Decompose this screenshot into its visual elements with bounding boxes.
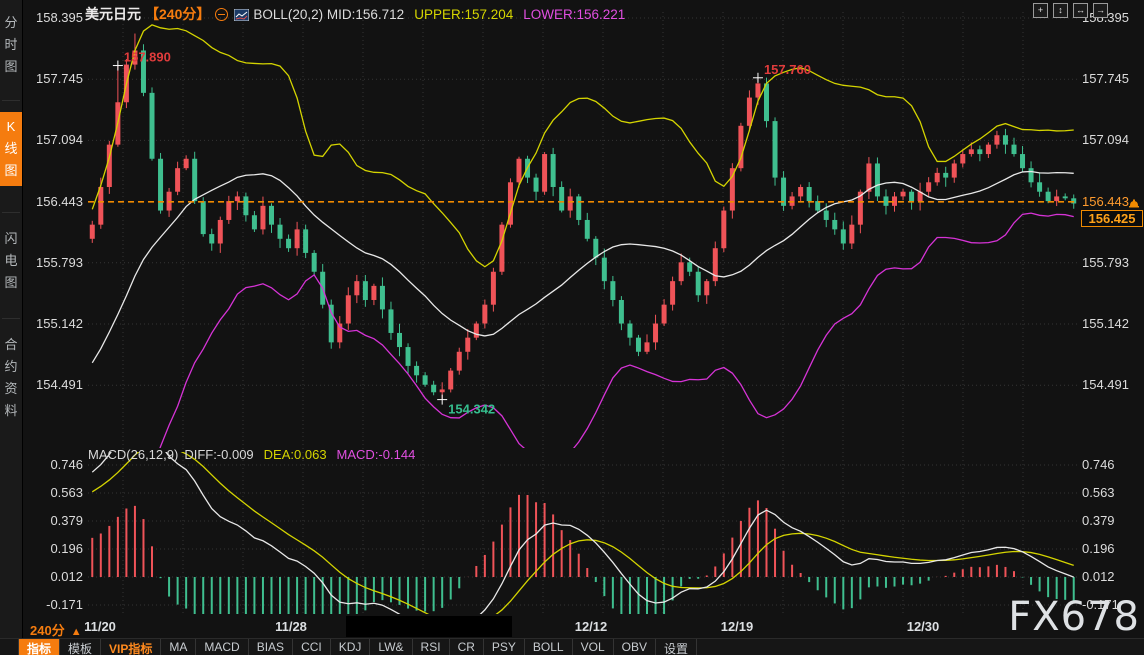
sidebar-separator — [2, 100, 20, 101]
price-axis-label-right: 156.443 — [1082, 194, 1129, 209]
crosshair-icon[interactable]: + — [1033, 3, 1048, 18]
macd-axis-label-right: 0.379 — [1082, 513, 1115, 528]
macd-legend: MACD(26,12,9) DIFF:-0.009 DEA:0.063 MACD:-0… — [88, 447, 415, 462]
macd-axis-label-right: 0.563 — [1082, 485, 1115, 500]
toolbar-tab-PSY[interactable]: PSY — [484, 639, 525, 655]
macd-axis-label-right: -0.171 — [1082, 597, 1119, 612]
svg-text:157.890: 157.890 — [124, 50, 171, 65]
macd-dea-value: DEA:0.063 — [264, 447, 327, 462]
toolbar-tab-CCI[interactable]: CCI — [293, 639, 331, 655]
toolbar-tab-RSI[interactable]: RSI — [413, 639, 450, 655]
indicator-toolbar: 指标模板VIP指标MAMACDBIASCCIKDJLW&RSICRPSYBOLL… — [0, 638, 1144, 655]
sidebar-item-1[interactable]: K线图 — [0, 112, 22, 186]
boll-legend: BOLL(20,2) MID:156.712 — [253, 7, 404, 22]
sidebar-item-2[interactable]: 闪电图 — [0, 224, 22, 298]
x-axis-date-label: 11/28 — [275, 619, 307, 634]
sidebar-separator — [2, 212, 20, 213]
axis-shift-right-icon[interactable]: → — [1093, 3, 1108, 18]
toolbar-tab-VIP指标[interactable]: VIP指标 — [101, 639, 161, 655]
axis-vertical-scale-icon[interactable]: ↕ — [1053, 3, 1068, 18]
period-badge[interactable]: 240分 ▲ — [30, 620, 82, 639]
svg-text:154.342: 154.342 — [448, 402, 495, 417]
axis-toolbar: + ↕ ↔ → — [1033, 3, 1108, 18]
toolbar-tab-BIAS[interactable]: BIAS — [249, 639, 293, 655]
x-axis-date-label: 12/30 — [907, 619, 940, 634]
macd-axis-label-right: 0.196 — [1082, 541, 1115, 556]
watermark: FX678 — [1008, 594, 1140, 640]
boll-upper-legend: UPPER:157.204 — [414, 7, 513, 22]
toolbar-tab-BOLL[interactable]: BOLL — [525, 639, 573, 655]
symbol-title: 美元日元 — [85, 6, 141, 22]
chart-type-sidebar: 分时图 K线图闪电图合约资料 — [0, 0, 23, 638]
price-axis-label-right: 155.793 — [1082, 255, 1129, 270]
mini-kline-icon — [234, 8, 249, 24]
price-axis-label-right: 157.745 — [1082, 71, 1129, 86]
x-axis-date-label: 11/20 — [84, 619, 116, 634]
x-axis-date-label: 12/12 — [575, 619, 608, 634]
macd-axis-label-right: 0.746 — [1082, 457, 1115, 472]
price-alert-bell-icon[interactable] — [1128, 196, 1140, 214]
period-badge-label: 240分 — [30, 623, 65, 638]
macd-diff-value: DIFF:-0.009 — [184, 447, 253, 462]
toolbar-tab-设置[interactable]: 设置 — [656, 639, 697, 655]
toolbar-tab-模板[interactable]: 模板 — [60, 639, 101, 655]
period-menu-icon[interactable] — [215, 8, 228, 21]
candlestick-chart-canvas[interactable]: 157.890 157.760 154.342 — [0, 0, 1144, 655]
axis-horizontal-scale-icon[interactable]: ↔ — [1073, 3, 1088, 18]
macd-bar-value: MACD:-0.144 — [337, 447, 416, 462]
toolbar-tab-KDJ[interactable]: KDJ — [331, 639, 371, 655]
boll-lower-legend: LOWER:156.221 — [523, 7, 625, 22]
sidebar-item-0[interactable]: 分时图 — [0, 8, 22, 82]
x-axis-date-label: 12/19 — [721, 619, 754, 634]
toolbar-tab-LW&[interactable]: LW& — [370, 639, 412, 655]
chart-app: 157.890 157.760 154.342 分时图 K线图闪电图合约资料 美元日元… — [0, 0, 1144, 655]
redacted-date-label — [346, 616, 512, 637]
toolbar-tab-OBV[interactable]: OBV — [614, 639, 656, 655]
price-axis-label-right: 155.142 — [1082, 316, 1129, 331]
toolbar-tab-VOL[interactable]: VOL — [573, 639, 614, 655]
price-axis-label-right: 154.491 — [1082, 377, 1129, 392]
period-label: 【240分】 — [145, 6, 210, 22]
sidebar-separator — [2, 318, 20, 319]
price-axis-label-right: 157.094 — [1082, 132, 1129, 147]
sidebar-item-3[interactable]: 合约资料 — [0, 330, 22, 426]
toolbar-tab-MA[interactable]: MA — [161, 639, 196, 655]
toolbar-tab-指标[interactable]: 指标 — [18, 639, 60, 655]
macd-title: MACD(26,12,9) — [88, 447, 178, 462]
chart-header: 美元日元【240分】 BOLL(20,2) MID:156.712 UPPER:15… — [85, 4, 625, 22]
toolbar-tab-CR[interactable]: CR — [450, 639, 484, 655]
period-badge-arrow-icon: ▲ — [71, 626, 82, 638]
toolbar-tab-MACD[interactable]: MACD — [196, 639, 248, 655]
svg-text:157.760: 157.760 — [764, 62, 811, 77]
macd-axis-label-right: 0.012 — [1082, 569, 1115, 584]
